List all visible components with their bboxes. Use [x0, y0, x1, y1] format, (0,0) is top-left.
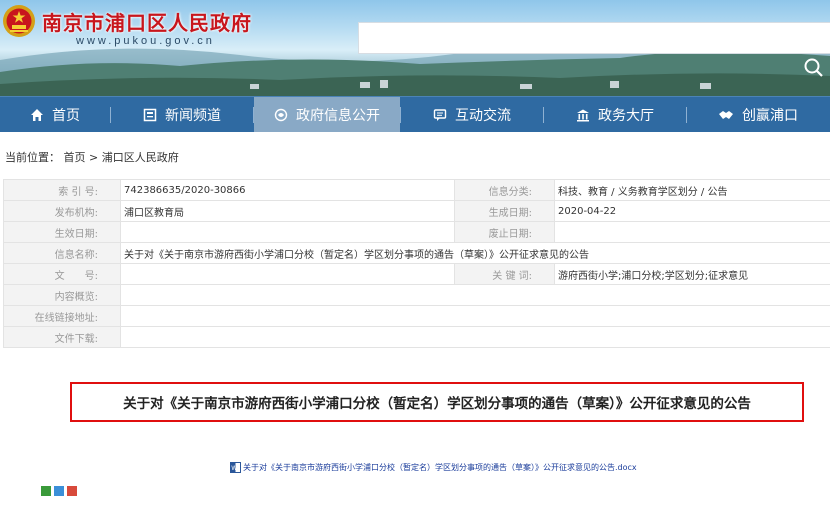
- keyword-value: 游府西街小学;浦口分校;学区划分;征求意见: [554, 263, 830, 285]
- nav-label: 创赢浦口: [742, 107, 798, 124]
- attachment-link[interactable]: 关于对《关于南京市游府西街小学浦口分校（暂定名）学区划分事项的通告（草案）》公开…: [243, 462, 637, 473]
- nav-item-interaction[interactable]: 互动交流: [401, 97, 543, 132]
- site-banner: 南京市浦口区人民政府 www.pukou.gov.cn: [0, 0, 830, 96]
- table-row: 文 号: 关 键 词: 游府西街小学;浦口分校;学区划分;征求意见: [3, 263, 830, 285]
- nav-item-service-hall[interactable]: 政务大厅: [544, 97, 686, 132]
- table-row: 信息名称: 关于对《关于南京市游府西街小学浦口分校（暂定名）学区划分事项的通告（…: [3, 242, 830, 264]
- effective-date-label: 生效日期:: [3, 221, 121, 243]
- nav-item-pukou[interactable]: 创赢浦口: [687, 97, 829, 132]
- hall-icon: [576, 108, 590, 122]
- nav-label: 政府信息公开: [296, 107, 380, 124]
- news-icon: [143, 108, 157, 122]
- summary-label: 内容概览:: [3, 284, 121, 306]
- effective-date-value: [120, 221, 455, 243]
- info-name-value: 关于对《关于南京市游府西街小学浦口分校（暂定名）学区划分事项的通告（草案）》公开…: [120, 242, 830, 264]
- national-emblem-logo: [3, 5, 35, 37]
- keyword-label: 关 键 词:: [454, 263, 555, 285]
- online-link-label: 在线链接地址:: [3, 305, 121, 327]
- date-value: 2020-04-22: [554, 200, 830, 222]
- svg-text:W: W: [231, 465, 237, 472]
- nav-label: 首页: [52, 107, 80, 124]
- file-download-value: [120, 326, 830, 348]
- category-label: 信息分类:: [454, 179, 555, 201]
- nav-item-news[interactable]: 新闻频道: [111, 97, 253, 132]
- share-friends-icon[interactable]: [54, 486, 64, 496]
- table-row: 索 引 号: 742386635/2020-30866 信息分类: 科技、教育 …: [3, 179, 830, 201]
- abolish-date-value: [554, 221, 830, 243]
- doc-number-value: [120, 263, 455, 285]
- table-row: 生效日期: 废止日期:: [3, 221, 830, 243]
- attachment-link-row: W 关于对《关于南京市游府西街小学浦口分校（暂定名）学区划分事项的通告（草案）》…: [230, 462, 637, 473]
- breadcrumb-separator: >: [89, 151, 99, 164]
- category-value: 科技、教育 / 义务教育学区划分 / 公告: [554, 179, 830, 201]
- nav-label: 互动交流: [455, 107, 511, 124]
- share-qzone-icon[interactable]: [41, 486, 51, 496]
- nav-label: 政务大厅: [598, 107, 654, 124]
- doc-number-label: 文 号:: [3, 263, 121, 285]
- word-doc-icon: W: [230, 462, 241, 473]
- info-open-icon: [274, 108, 288, 122]
- main-nav: 首页 新闻频道 政府信息公开 互动交流 政务大厅 创赢浦口: [0, 96, 830, 132]
- table-row: 发布机构: 浦口区教育局 生成日期: 2020-04-22: [3, 200, 830, 222]
- info-table: 索 引 号: 742386635/2020-30866 信息分类: 科技、教育 …: [3, 179, 830, 348]
- breadcrumb-prefix: 当前位置：: [5, 151, 60, 164]
- nav-item-home[interactable]: 首页: [0, 97, 110, 132]
- nav-item-gov-info[interactable]: 政府信息公开: [254, 97, 400, 132]
- share-weibo-icon[interactable]: [67, 486, 77, 496]
- date-label: 生成日期:: [454, 200, 555, 222]
- breadcrumb-current-link[interactable]: 浦口区人民政府: [102, 151, 179, 164]
- table-row: 内容概览:: [3, 284, 830, 306]
- share-icons: [41, 486, 77, 496]
- breadcrumb: 当前位置： 首页 > 浦口区人民政府: [5, 149, 179, 165]
- chat-icon: [433, 108, 447, 122]
- site-title[interactable]: 南京市浦口区人民政府: [42, 7, 252, 36]
- home-icon: [30, 108, 44, 122]
- search-input[interactable]: [358, 22, 830, 54]
- file-download-label: 文件下载:: [3, 326, 121, 348]
- handshake-icon: [718, 109, 734, 121]
- summary-value: [120, 284, 830, 306]
- site-url: www.pukou.gov.cn: [76, 35, 215, 47]
- table-row: 文件下载:: [3, 326, 830, 348]
- info-name-label: 信息名称:: [3, 242, 121, 264]
- online-link-value: [120, 305, 830, 327]
- org-value: 浦口区教育局: [120, 200, 455, 222]
- nav-label: 新闻频道: [165, 107, 221, 124]
- breadcrumb-home-link[interactable]: 首页: [64, 151, 86, 164]
- index-value: 742386635/2020-30866: [120, 179, 455, 201]
- article-title: 关于对《关于南京市游府西街小学浦口分校（暂定名）学区划分事项的通告（草案）》公开…: [70, 382, 804, 422]
- abolish-date-label: 废止日期:: [454, 221, 555, 243]
- org-label: 发布机构:: [3, 200, 121, 222]
- index-label: 索 引 号:: [3, 179, 121, 201]
- table-row: 在线链接地址:: [3, 305, 830, 327]
- search-icon[interactable]: [802, 56, 824, 78]
